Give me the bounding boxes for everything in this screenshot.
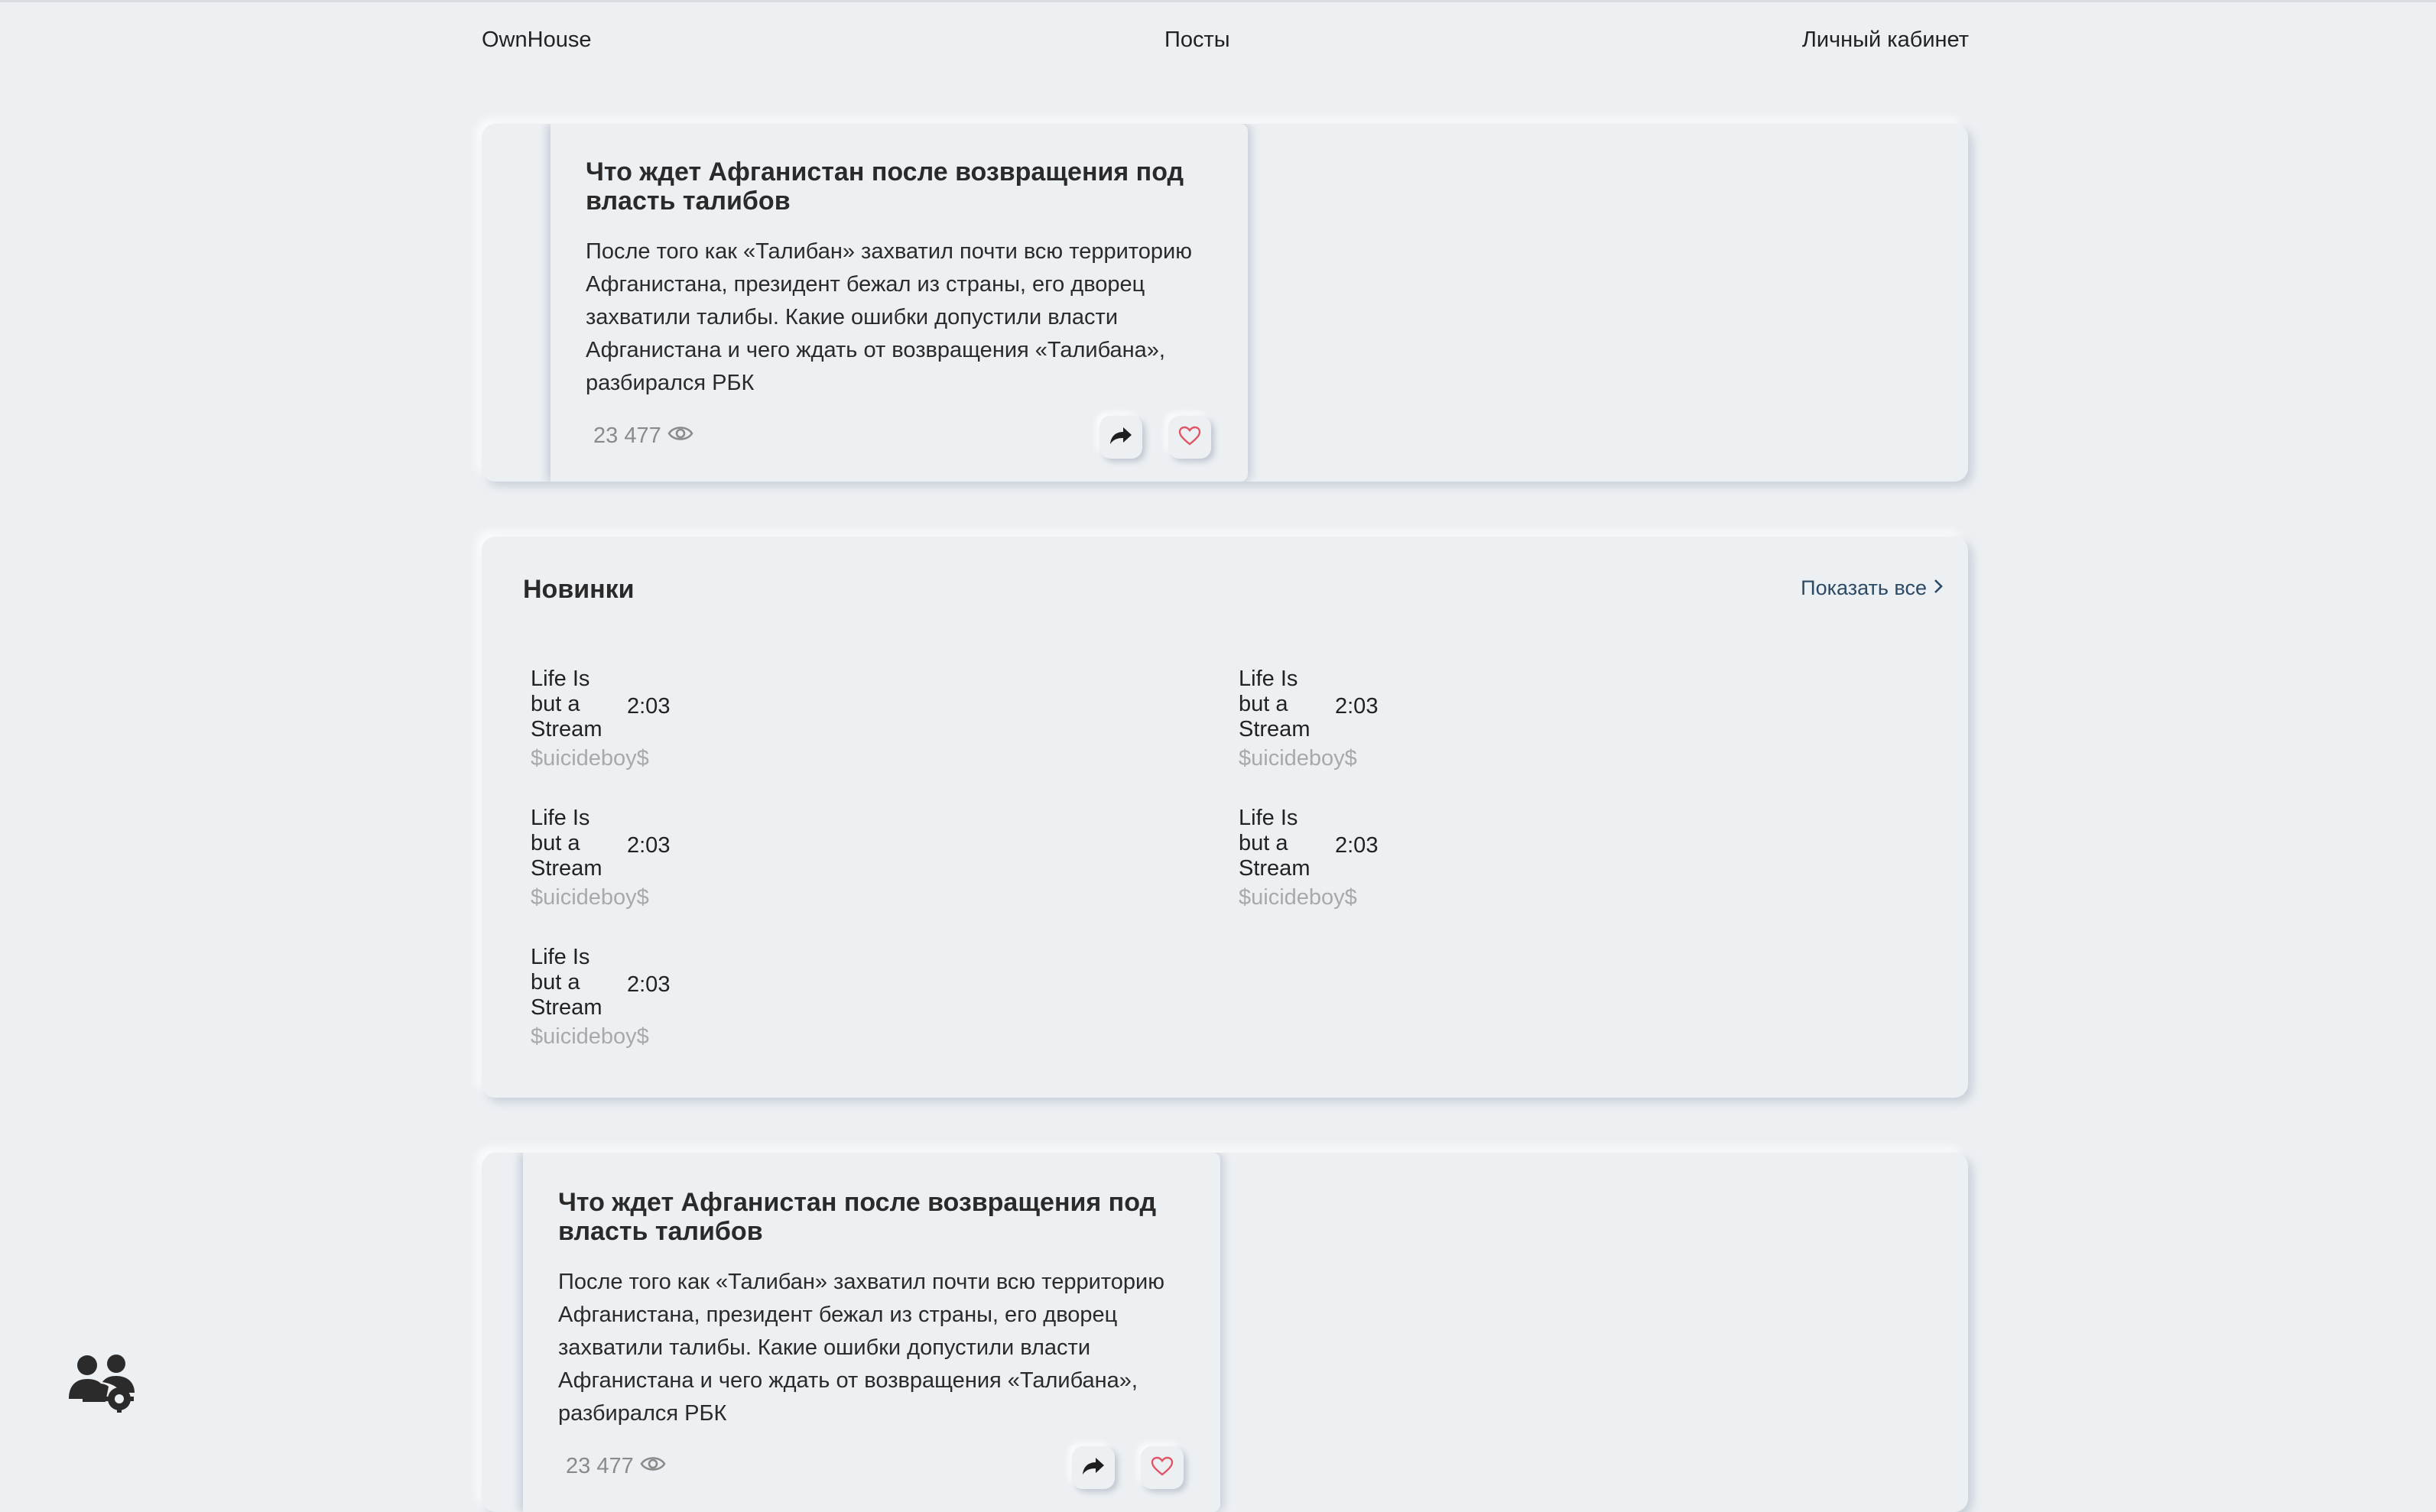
post-card: Что ждет Афганистан после возвращения по…	[482, 1153, 1968, 1512]
post-views: 23 477	[593, 423, 693, 449]
track-name: Life Is but a Stream	[1239, 806, 1311, 881]
show-all-link[interactable]: Показать все	[1801, 576, 1944, 600]
post-views: 23 477	[566, 1454, 666, 1479]
eye-icon	[667, 423, 693, 449]
heart-icon	[1178, 426, 1201, 449]
track-name: Life Is but a Stream	[531, 667, 603, 741]
post-panel: Что ждет Афганистан после возвращения по…	[551, 124, 1248, 482]
track-item[interactable]: Life Is but a Stream 2:03 $uicideboy$	[1239, 667, 1468, 789]
views-count: 23 477	[566, 1454, 634, 1478]
like-button[interactable]	[1168, 416, 1211, 459]
heart-icon	[1151, 1456, 1174, 1480]
share-icon	[1109, 426, 1132, 449]
track-artist[interactable]: $uicideboy$	[531, 746, 649, 771]
top-border	[0, 0, 2436, 2]
views-count: 23 477	[593, 423, 661, 448]
novelties-title: Новинки	[523, 575, 635, 604]
chevron-right-icon	[1933, 576, 1944, 600]
track-duration: 2:03	[627, 694, 671, 719]
track-duration: 2:03	[627, 833, 671, 858]
nav-posts-link[interactable]: Посты	[1164, 28, 1230, 53]
track-artist[interactable]: $uicideboy$	[531, 885, 649, 910]
logo-link[interactable]: OwnHouse	[482, 28, 591, 53]
nav-cabinet-link[interactable]: Личный кабинет	[1802, 28, 1969, 53]
share-icon	[1082, 1456, 1105, 1480]
track-duration: 2:03	[1335, 833, 1379, 858]
users-gear-icon	[66, 1355, 139, 1416]
track-name: Life Is but a Stream	[531, 945, 603, 1020]
track-duration: 2:03	[1335, 694, 1379, 719]
post-panel: Что ждет Афганистан после возвращения по…	[523, 1153, 1220, 1512]
track-item[interactable]: Life Is but a Stream 2:03 $uicideboy$	[531, 806, 760, 928]
share-button[interactable]	[1072, 1446, 1115, 1489]
track-name: Life Is but a Stream	[1239, 667, 1311, 741]
like-button[interactable]	[1141, 1446, 1184, 1489]
post-card: Что ждет Афганистан после возвращения по…	[482, 124, 1968, 482]
track-name: Life Is but a Stream	[531, 806, 603, 881]
post-title[interactable]: Что ждет Афганистан после возвращения по…	[558, 1188, 1185, 1246]
track-artist[interactable]: $uicideboy$	[1239, 885, 1357, 910]
admin-users-button[interactable]	[66, 1351, 139, 1413]
share-button[interactable]	[1099, 416, 1142, 459]
eye-icon	[640, 1454, 666, 1479]
track-artist[interactable]: $uicideboy$	[1239, 746, 1357, 771]
show-all-label: Показать все	[1801, 576, 1927, 599]
track-duration: 2:03	[627, 972, 671, 997]
track-item[interactable]: Life Is but a Stream 2:03 $uicideboy$	[531, 667, 760, 789]
novelties-card: Новинки Показать все Life Is but a Strea…	[482, 537, 1968, 1098]
track-item[interactable]: Life Is but a Stream 2:03 $uicideboy$	[531, 945, 760, 1067]
post-body: После того как «Талибан» захватил почти …	[586, 239, 1192, 395]
track-artist[interactable]: $uicideboy$	[531, 1024, 649, 1050]
post-title[interactable]: Что ждет Афганистан после возвращения по…	[586, 157, 1213, 216]
post-body: После того как «Талибан» захватил почти …	[558, 1270, 1164, 1426]
top-navbar: OwnHouse Посты Личный кабинет	[482, 28, 1969, 58]
track-item[interactable]: Life Is but a Stream 2:03 $uicideboy$	[1239, 806, 1468, 928]
